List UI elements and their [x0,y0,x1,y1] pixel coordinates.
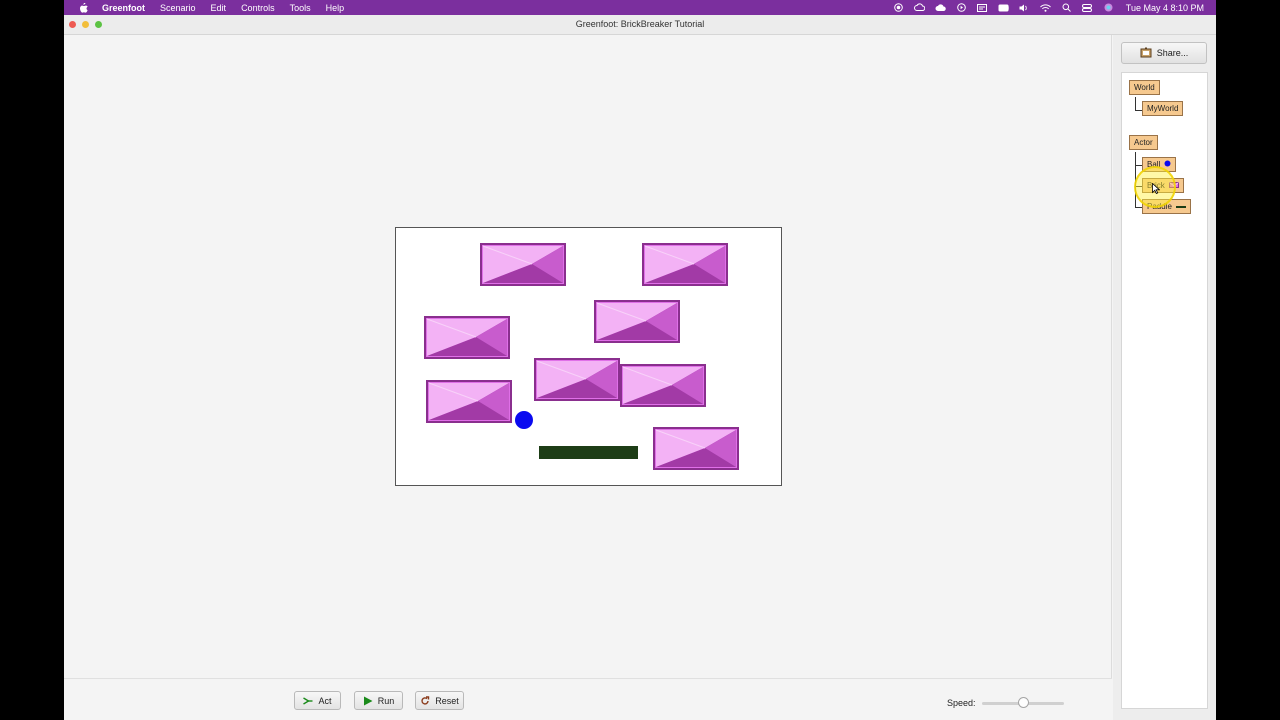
creative-cloud-icon[interactable] [913,3,925,12]
share-button[interactable]: Share... [1121,42,1207,64]
status-area: Tue May 4 8:10 PM [883,0,1204,15]
icloud-icon[interactable] [935,3,946,12]
apple-icon[interactable] [78,2,88,13]
screen: Greenfoot Scenario Edit Controls Tools H… [64,0,1216,720]
mouse-pointer-icon [1152,183,1160,194]
play-icon[interactable] [956,3,967,12]
paddle-thumbnail-icon [1175,202,1186,211]
act-label: Act [318,695,332,706]
brick[interactable] [642,243,728,286]
world-pane [64,35,1112,678]
reset-button[interactable]: Reset [415,691,464,710]
control-center-icon[interactable] [1082,3,1093,12]
reset-icon [420,695,430,706]
wifi-icon[interactable] [1039,3,1051,12]
speed-label: Speed: [947,698,976,708]
menu-tools[interactable]: Tools [290,3,311,13]
class-actor[interactable]: Actor [1129,135,1158,150]
play-icon [363,696,373,706]
tree-connector [1135,110,1142,111]
menu-help[interactable]: Help [326,3,345,13]
tree-connector [1135,165,1142,166]
battery-icon[interactable] [998,3,1009,12]
class-tree: World MyWorld Actor Ball Brick Paddle [1121,72,1208,709]
brick[interactable] [426,380,512,423]
share-icon [1140,47,1152,59]
tree-connector [1135,97,1136,111]
spotlight-search-icon[interactable] [1061,3,1072,12]
reset-label: Reset [435,695,459,706]
brick[interactable] [424,316,510,359]
screen-mirror-icon[interactable] [977,3,988,12]
control-bar: Act Run Reset Speed: [64,678,1112,720]
run-button[interactable]: Run [354,691,403,710]
volume-icon[interactable] [1019,3,1030,12]
class-myworld-label: MyWorld [1147,104,1179,113]
step-icon [303,696,313,706]
siri-icon[interactable] [1103,3,1114,12]
tree-connector [1135,207,1142,208]
record-icon[interactable] [893,3,904,12]
act-button[interactable]: Act [294,691,341,710]
menu-edit[interactable]: Edit [211,3,227,13]
brick[interactable] [480,243,566,286]
ball[interactable] [515,411,533,429]
class-world-label: World [1134,83,1155,92]
class-actor-label: Actor [1134,138,1153,147]
menu-bar: Greenfoot Scenario Edit Controls Tools H… [64,0,1216,15]
class-world[interactable]: World [1129,80,1160,95]
class-myworld[interactable]: MyWorld [1142,101,1184,116]
brick[interactable] [653,427,739,470]
brick[interactable] [594,300,680,343]
paddle[interactable] [539,446,638,459]
class-panel: Share... World MyWorld Actor Ball Brick … [1113,35,1216,720]
share-label: Share... [1156,48,1189,58]
window-titlebar: Greenfoot: BrickBreaker Tutorial [64,15,1216,35]
app-menu[interactable]: Greenfoot [102,3,145,13]
brick[interactable] [620,364,706,407]
window-title: Greenfoot: BrickBreaker Tutorial [575,19,705,29]
speed-slider-thumb[interactable] [1018,697,1029,708]
menubar-clock[interactable]: Tue May 4 8:10 PM [1126,3,1204,13]
world-canvas[interactable] [395,227,782,486]
menu-controls[interactable]: Controls [241,3,275,13]
run-label: Run [377,695,395,706]
ball-thumbnail-icon [1164,160,1171,169]
brick[interactable] [534,358,620,401]
menu-scenario[interactable]: Scenario [160,3,196,13]
